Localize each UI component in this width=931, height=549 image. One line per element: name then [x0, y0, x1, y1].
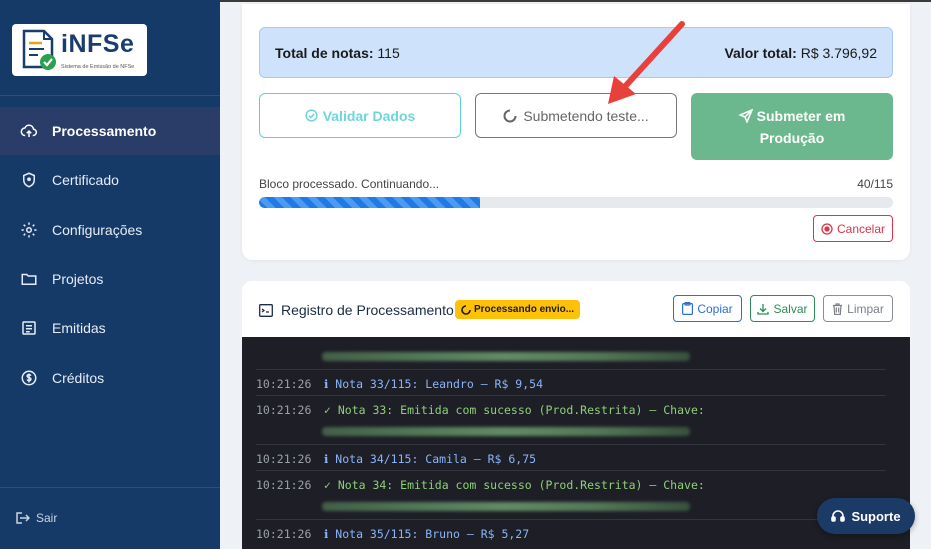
logout-icon: [16, 512, 30, 524]
progress-status: Bloco processado. Continuando...: [259, 177, 440, 191]
summary-box: Total de notas: 115 Valor total: R$ 3.79…: [259, 27, 893, 78]
progress-bar: [259, 197, 893, 208]
log-terminal[interactable]: 10:21:26 ℹ Nota 33/115: Leandro – R$ 9,5…: [242, 337, 910, 549]
cloud-upload-icon: [20, 122, 38, 140]
log-message: ✓ Nota 34: Emitida com sucesso (Prod.Res…: [324, 478, 705, 492]
sidebar-item-configuracoes[interactable]: Configurações: [0, 206, 220, 254]
headset-icon: [831, 510, 846, 522]
total-notas-label: Total de notas:: [275, 44, 374, 61]
copy-label: Copiar: [697, 301, 733, 316]
valor-total-value: R$ 3.796,92: [800, 44, 877, 61]
sidebar-item-label: Certificado: [52, 172, 119, 188]
progress-count: 40/115: [857, 177, 893, 191]
sidebar: iNFSe Sistema de Emissão de NFSe Process…: [0, 0, 220, 549]
cancel-label: Cancelar: [836, 221, 886, 236]
brand-subtitle: Sistema de Emissão de NFSe: [61, 64, 135, 70]
document-check-icon: [22, 29, 56, 70]
sidebar-divider: [0, 487, 220, 488]
clipboard-icon: [682, 302, 694, 315]
sidebar-item-label: Configurações: [52, 222, 143, 238]
clear-log-button[interactable]: Limpar: [823, 295, 893, 322]
submeter-producao-button[interactable]: Submeter em Produção: [691, 93, 893, 160]
valor-total: Valor total: R$ 3.796,92: [724, 45, 877, 61]
brand-name: iNFSe: [61, 30, 135, 58]
log-timestamp: 10:21:26: [256, 377, 312, 391]
sidebar-item-label: Projetos: [52, 271, 104, 287]
log-separator: [256, 444, 886, 445]
producao-label-line1: Submeter em: [756, 107, 846, 124]
gear-icon: [20, 221, 38, 239]
log-title-text: Registro de Processamento: [281, 302, 454, 318]
validar-label: Validar Dados: [322, 107, 416, 124]
shield-icon: [20, 171, 38, 189]
total-notas-value: 115: [377, 44, 400, 61]
save-log-button[interactable]: Salvar: [750, 295, 815, 322]
copy-log-button[interactable]: Copiar: [673, 295, 742, 322]
sidebar-item-certificado[interactable]: Certificado: [0, 156, 220, 204]
sidebar-item-label: Créditos: [52, 370, 105, 386]
sidebar-divider: [0, 95, 220, 96]
sidebar-item-projetos[interactable]: Projetos: [0, 255, 220, 303]
teste-label: Submetendo teste...: [523, 107, 649, 124]
log-message: ℹ Nota 34/115: Camila – R$ 6,75: [324, 452, 537, 466]
save-label: Salvar: [773, 301, 808, 316]
log-separator: [256, 369, 886, 370]
check-circle-icon: [305, 109, 318, 122]
terminal-icon: [259, 303, 273, 317]
sidebar-item-label: Emitidas: [52, 320, 106, 336]
total-notas: Total de notas: 115: [275, 45, 400, 61]
send-icon: [737, 108, 754, 124]
redacted-key: [322, 502, 690, 511]
list-icon: [20, 319, 38, 337]
support-label: Suporte: [851, 508, 901, 524]
spinner-icon: [461, 304, 471, 315]
dollar-icon: [20, 369, 38, 387]
log-timestamp: 10:21:26: [256, 527, 312, 541]
app-logo[interactable]: iNFSe Sistema de Emissão de NFSe: [12, 24, 147, 76]
log-message: ✓ Nota 33: Emitida com sucesso (Prod.Res…: [324, 403, 705, 417]
logout-label: Sair: [36, 511, 58, 525]
logout-button[interactable]: Sair: [16, 511, 57, 525]
log-title: Registro de Processamento: [259, 302, 454, 318]
trash-icon: [833, 302, 843, 315]
spinner-icon: [503, 109, 517, 122]
log-timestamp: 10:21:26: [256, 452, 312, 466]
status-badge-text: Processando envio...: [474, 304, 575, 315]
stop-circle-icon: [821, 222, 833, 235]
log-timestamp: 10:21:26: [256, 478, 312, 492]
cancel-button[interactable]: Cancelar: [813, 215, 893, 242]
download-icon: [757, 303, 770, 315]
producao-label: Submeter em Produção: [737, 105, 846, 149]
log-timestamp: 10:21:26: [256, 403, 312, 417]
log-separator: [256, 470, 886, 471]
log-message: ℹ Nota 33/115: Leandro – R$ 9,54: [324, 377, 543, 391]
log-separator: [256, 395, 886, 396]
support-button[interactable]: Suporte: [817, 498, 915, 534]
window-top-border: [220, 0, 931, 2]
sidebar-item-creditos[interactable]: Créditos: [0, 354, 220, 402]
redacted-key: [322, 352, 690, 361]
log-message: ℹ Nota 35/115: Bruno – R$ 5,27: [324, 527, 530, 541]
annotation-arrow-icon: [608, 21, 685, 104]
log-separator: [256, 519, 886, 520]
sidebar-item-emitidas[interactable]: Emitidas: [0, 304, 220, 352]
progress-bar-fill: [259, 197, 480, 208]
clear-label: Limpar: [847, 301, 884, 316]
sidebar-item-label: Processamento: [52, 123, 157, 139]
valor-total-label: Valor total:: [724, 44, 797, 61]
validar-dados-button[interactable]: Validar Dados: [259, 93, 461, 138]
redacted-key: [322, 427, 690, 436]
sidebar-item-processamento[interactable]: Processamento: [0, 107, 220, 155]
status-badge: Processando envio...: [455, 300, 581, 319]
log-card: Registro de Processamento Processando en…: [242, 281, 910, 549]
producao-label-line2: Produção: [759, 129, 825, 146]
folder-icon: [20, 270, 38, 288]
